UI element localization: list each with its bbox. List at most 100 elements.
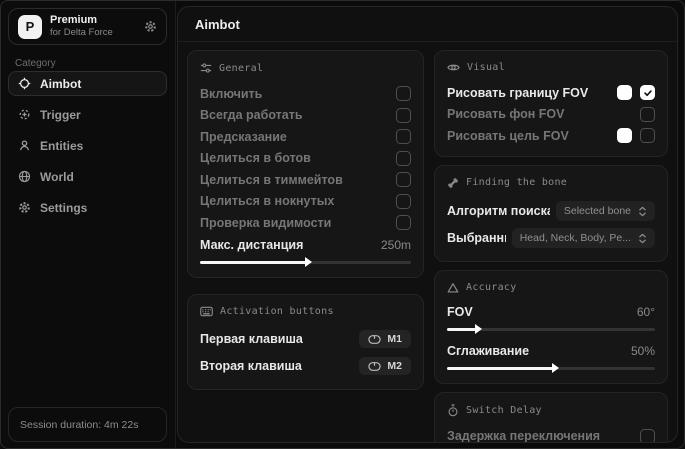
slider-thumb[interactable] [475, 324, 482, 334]
fov-label: FOV [447, 305, 473, 319]
product-name: Premium [50, 14, 136, 27]
general-section-header: General [200, 62, 411, 74]
draw-fov-fill-label: Рисовать фон FOV [447, 107, 565, 121]
triangle-icon [447, 282, 459, 294]
unfold-icon [638, 206, 647, 217]
bone-icon [447, 177, 459, 189]
toggle-label: Предсказание [200, 130, 287, 144]
person-icon [18, 139, 31, 152]
smoothing-label: Сглаживание [447, 344, 529, 358]
toggle-row-enable: Включить [200, 83, 411, 105]
toggle-row-always-work: Всегда работать [200, 105, 411, 127]
switch-delay-checkbox[interactable] [640, 429, 655, 443]
max-distance-label: Макс. дистанция [200, 238, 303, 252]
toggle-row-target-bots: Целиться в ботов [200, 148, 411, 170]
first-key-button[interactable]: M1 [359, 330, 411, 348]
prediction-checkbox[interactable] [396, 129, 411, 144]
switch-delay-toggle-row: Задержка переключения [447, 426, 655, 444]
mouse-icon [368, 335, 381, 344]
bone-algorithm-row: Алгоритм поиска кост Selected bone [447, 198, 655, 225]
activation-card: Activation buttons Первая клавиша M1 Вто… [187, 294, 424, 390]
target-knocked-checkbox[interactable] [396, 194, 411, 209]
second-key-button[interactable]: M2 [359, 357, 411, 375]
sidebar-item-label: Trigger [40, 108, 81, 122]
sidebar-item-settings[interactable]: Settings [8, 195, 167, 220]
visual-card: Visual Рисовать границу FOV Рисовать фон… [434, 50, 668, 157]
slider-thumb[interactable] [305, 257, 312, 267]
sidebar-item-trigger[interactable]: Trigger [8, 102, 167, 127]
slider-thumb[interactable] [552, 363, 559, 373]
max-distance-value: 250m [381, 238, 411, 252]
sidebar-nav: Aimbot Trigger Entities World Settings [8, 71, 167, 220]
sidebar-item-label: World [40, 170, 74, 184]
draw-fov-fill-row: Рисовать фон FOV [447, 104, 655, 126]
first-key-label: Первая клавиша [200, 332, 303, 346]
smoothing-value: 50% [631, 344, 655, 358]
fov-target-color-swatch[interactable] [617, 128, 632, 143]
mouse-icon [368, 362, 381, 371]
enable-checkbox[interactable] [396, 86, 411, 101]
main-panel: Aimbot General Включить Всегда работать [177, 6, 678, 443]
sliders-icon [200, 62, 212, 74]
bone-algorithm-dropdown[interactable]: Selected bone [556, 201, 655, 221]
target-teammates-checkbox[interactable] [396, 172, 411, 187]
toggle-row-visibility-check: Проверка видимости [200, 212, 411, 234]
sidebar-item-label: Aimbot [40, 77, 81, 91]
draw-fov-fill-checkbox[interactable] [640, 107, 655, 122]
toggle-label: Всегда работать [200, 108, 303, 122]
timer-icon [447, 404, 459, 417]
fov-border-color-swatch[interactable] [617, 85, 632, 100]
trigger-icon [18, 108, 31, 121]
sidebar-item-aimbot[interactable]: Aimbot [8, 71, 167, 96]
gear-icon [18, 201, 31, 214]
accuracy-card: Accuracy FOV 60° Сглаживание 50% [434, 270, 668, 384]
toggle-label: Проверка видимости [200, 216, 331, 230]
toggle-row-prediction: Предсказание [200, 126, 411, 148]
page-title: Aimbot [178, 7, 677, 42]
draw-fov-border-label: Рисовать границу FOV [447, 86, 588, 100]
accuracy-section-header: Accuracy [447, 282, 655, 294]
selected-bones-row: Выбранные кос Head, Neck, Body, Pe... [447, 225, 655, 252]
draw-fov-target-checkbox[interactable] [640, 128, 655, 143]
switch-delay-toggle-label: Задержка переключения [447, 429, 600, 443]
product-header: P Premium for Delta Force [8, 8, 167, 45]
activation-section-header: Activation buttons [200, 306, 411, 317]
product-logo: P [18, 15, 42, 39]
gear-icon[interactable] [144, 20, 157, 33]
draw-fov-target-row: Рисовать цель FOV [447, 125, 655, 147]
max-distance-slider[interactable] [200, 256, 411, 268]
session-duration: Session duration: 4m 22s [8, 407, 167, 442]
fov-row: FOV 60° [447, 303, 655, 321]
sidebar-item-world[interactable]: World [8, 164, 167, 189]
sidebar: P Premium for Delta Force Category Aimbo… [0, 0, 176, 449]
sidebar-item-entities[interactable]: Entities [8, 133, 167, 158]
product-subtitle: for Delta Force [50, 27, 136, 38]
crosshair-icon [18, 77, 31, 90]
general-card: General Включить Всегда работать Предска… [187, 50, 424, 278]
sidebar-item-label: Entities [40, 139, 83, 153]
max-distance-row: Макс. дистанция 250m [200, 236, 411, 254]
second-key-label: Вторая клавиша [200, 359, 302, 373]
toggle-label: Целиться в тиммейтов [200, 173, 343, 187]
target-bots-checkbox[interactable] [396, 151, 411, 166]
toggle-label: Включить [200, 87, 262, 101]
eye-icon [447, 62, 460, 73]
keyboard-icon [200, 306, 213, 317]
always-work-checkbox[interactable] [396, 108, 411, 123]
globe-icon [18, 170, 31, 183]
draw-fov-border-checkbox[interactable] [640, 85, 655, 100]
smoothing-row: Сглаживание 50% [447, 342, 655, 360]
content-grid: General Включить Всегда работать Предска… [178, 42, 677, 443]
switch-delay-card: Switch Delay Задержка переключения Задер… [434, 392, 668, 444]
selected-bones-dropdown[interactable]: Head, Neck, Body, Pe... [512, 228, 655, 248]
category-label: Category [15, 58, 56, 69]
toggle-label: Целиться в нокнутых [200, 194, 334, 208]
smoothing-slider[interactable] [447, 362, 655, 374]
visibility-check-checkbox[interactable] [396, 215, 411, 230]
finding-bone-card: Finding the bone Алгоритм поиска кост Se… [434, 165, 668, 262]
toggle-label: Целиться в ботов [200, 151, 311, 165]
fov-value: 60° [637, 305, 655, 319]
fov-slider[interactable] [447, 323, 655, 335]
check-icon [643, 88, 653, 98]
draw-fov-border-row: Рисовать границу FOV [447, 82, 655, 104]
